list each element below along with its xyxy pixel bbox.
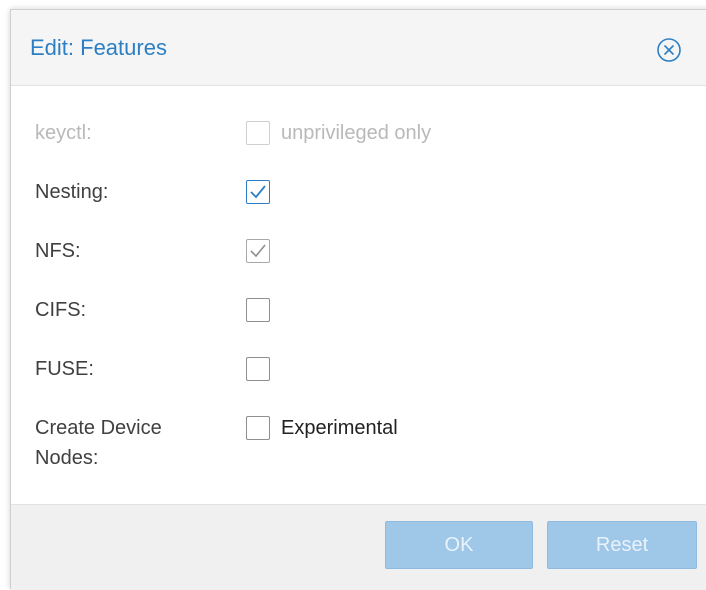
- reset-button[interactable]: Reset: [547, 521, 697, 569]
- field-row-cifs: CIFS:: [11, 295, 706, 335]
- field-label-line2: Nodes:: [35, 447, 99, 469]
- field-row-nesting: Nesting:: [11, 177, 706, 217]
- field-row-create-device-nodes: Create Device Nodes: Experimental: [11, 413, 706, 477]
- create-device-nodes-box-label: Experimental: [281, 417, 398, 439]
- field-label-keyctl: keyctl:: [35, 122, 92, 144]
- dialog-header: Edit: Features: [11, 10, 706, 86]
- nesting-checkbox[interactable]: [246, 180, 270, 204]
- field-label-nesting: Nesting:: [35, 181, 109, 203]
- fuse-checkbox[interactable]: [246, 357, 270, 381]
- checkmark-icon: [250, 185, 266, 199]
- dialog-title: Edit: Features: [30, 35, 167, 60]
- field-row-keyctl: keyctl: unprivileged only: [11, 118, 706, 158]
- dialog-body: keyctl: unprivileged only Nesting: NFS:: [11, 86, 706, 504]
- keyctl-box-label: unprivileged only: [281, 122, 432, 144]
- cifs-checkbox[interactable]: [246, 298, 270, 322]
- field-label-nfs: NFS:: [35, 240, 81, 262]
- field-row-fuse: FUSE:: [11, 354, 706, 394]
- edit-features-dialog: Edit: Features keyctl: unprivileged only…: [10, 9, 706, 590]
- create-device-nodes-checkbox[interactable]: [246, 416, 270, 440]
- field-label-fuse: FUSE:: [35, 358, 94, 380]
- field-label-cifs: CIFS:: [35, 299, 87, 321]
- checkmark-icon: [250, 244, 266, 258]
- field-row-nfs: NFS:: [11, 236, 706, 276]
- close-button[interactable]: [656, 37, 682, 63]
- dialog-footer: OK Reset: [11, 504, 706, 590]
- nfs-checkbox[interactable]: [246, 239, 270, 263]
- ok-button[interactable]: OK: [385, 521, 533, 569]
- keyctl-checkbox: [246, 121, 270, 145]
- field-label-line1: Create Device: [35, 417, 162, 439]
- close-circle-x-icon: [657, 38, 681, 62]
- field-label-create-device-nodes: Create Device Nodes:: [35, 413, 162, 473]
